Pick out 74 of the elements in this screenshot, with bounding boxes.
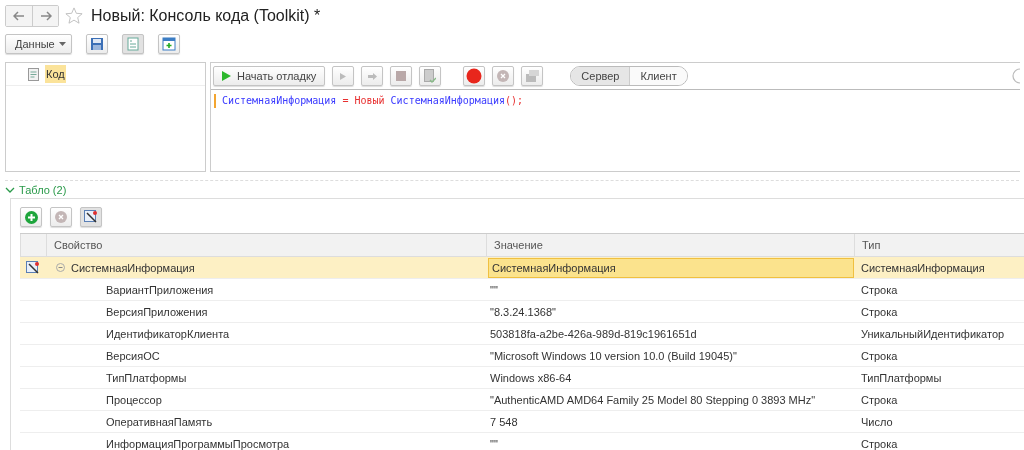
value-cell-text: "" [489,282,499,298]
value-cell: СистемнаяИнформация [488,257,854,278]
type-cell: Строка [861,437,898,450]
type-cell: Число [861,415,893,428]
cross-circle-icon [55,211,67,223]
type-cell: Строка [861,349,898,362]
code-line[interactable]: СистемнаяИнформация = Новый СистемнаяИнформация(); [222,95,524,106]
cancel-button[interactable] [492,66,515,86]
caret-icon [58,42,66,46]
value-cell-text: "Microsoft Windows 10 version 10.0 (Build 19045)" [489,348,738,364]
inspect-icon [26,260,40,275]
property-name: ВерсияПриложения [106,305,208,318]
record-button[interactable] [463,66,486,86]
module-icon [28,67,39,81]
collapse-icon[interactable] [56,263,65,272]
type-cell: Строка [861,283,898,296]
back-arrow-icon [13,11,25,21]
property-name: ИдентификаторКлиента [106,327,230,340]
value-cell-text: "8.3.24.1368" [489,304,557,320]
delete-button[interactable] [50,207,72,227]
stop-icon [396,71,407,81]
forward-arrow-icon [39,11,52,21]
column-header[interactable]: Значение [486,234,854,256]
windows-icon [525,70,539,82]
inspect-icon [84,210,98,224]
data-menu-button[interactable]: Данные [5,34,72,54]
stop-button[interactable] [390,66,413,86]
document-check-icon [424,69,437,83]
add-button[interactable] [20,207,42,227]
play-icon [222,71,231,81]
property-name: ОперативнаяПамять [106,415,213,428]
settings-button[interactable] [521,66,544,86]
window-plus-icon [161,37,176,51]
new-window-button[interactable] [157,34,180,54]
play-button[interactable] [332,66,355,86]
type-cell: СистемнаяИнформация [861,261,985,274]
start-debug-button[interactable]: Начать отладку [213,66,326,86]
value-cell-text: 7 548 [489,414,519,430]
cross-circle-icon [497,70,510,82]
value-cell-text: "AuthenticAMD AMD64 Family 25 Model 80 Stepping 0 3893 MHz" [489,392,817,408]
column-header[interactable]: Свойство [46,234,486,256]
window-title: Новый: Консоль кода (Toolkit) * [91,7,321,25]
outline-button[interactable] [121,34,144,54]
type-cell: ТипПлатформы [861,371,942,384]
mode-tab[interactable]: Сервер [571,67,630,85]
arrow-icon [367,72,377,80]
star-icon[interactable] [65,7,83,25]
document-check-button[interactable] [419,66,442,86]
value-cell-text: "" [489,436,499,450]
property-name: ИнформацияПрограммыПросмотра [106,437,290,450]
value-cell-text: Windows x86-64 [489,370,573,386]
plus-circle-icon [24,210,38,224]
forward-button[interactable] [32,6,58,26]
play-icon [340,72,347,80]
type-cell: Строка [861,305,898,318]
step-button[interactable] [361,66,384,86]
document-icon [126,37,139,51]
section-toggle[interactable]: Табло (2) [5,184,67,196]
property-name: ВерсияОС [106,349,160,362]
property-name: ТипПлатформы [106,371,187,384]
type-cell: УникальныйИдентификатор [861,327,1005,340]
property-name: СистемнаяИнформация [71,261,195,274]
save-button[interactable] [85,34,108,54]
value-cell-text: 503818fa-a2be-426a-989d-819c1961651d [489,326,698,342]
back-button[interactable] [6,6,32,26]
inspect-button[interactable] [80,207,102,227]
type-cell: Строка [861,393,898,406]
property-name: ВариантПриложения [106,283,214,296]
property-name: Процессор [106,393,162,406]
tree-item[interactable]: Код [45,65,66,83]
chevron-icon [5,186,15,194]
column-header[interactable]: Тип [854,234,1024,256]
record-icon [466,68,483,84]
mode-tab[interactable]: Клиент [629,67,687,85]
